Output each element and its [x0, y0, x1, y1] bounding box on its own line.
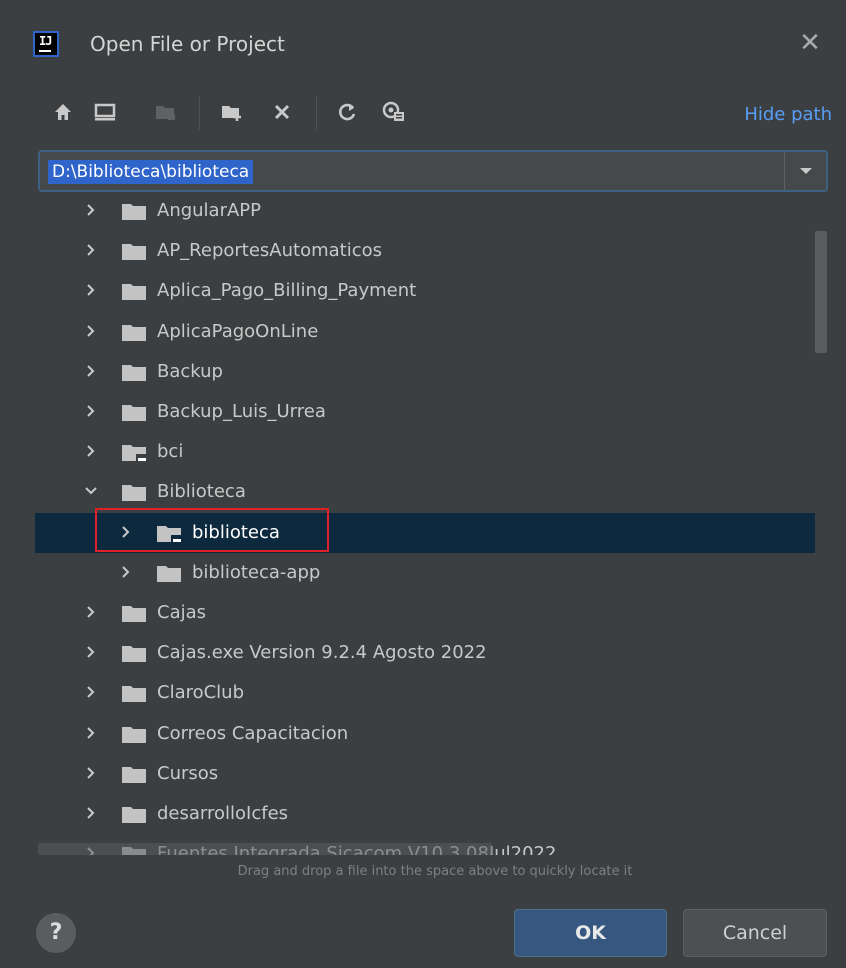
tree-row[interactable]: Cajas: [35, 593, 815, 633]
folder-icon: [122, 244, 146, 261]
chevron-right-icon[interactable]: [83, 242, 99, 258]
tree-row[interactable]: Biblioteca: [35, 472, 815, 512]
chevron-right-icon[interactable]: [83, 805, 99, 821]
tree-item-label: Cajas.exe Version 9.2.4 Agosto 2022: [157, 642, 487, 664]
intellij-logo-icon: IJ: [33, 31, 59, 57]
tree-item-label: Biblioteca: [157, 481, 246, 503]
home-icon[interactable]: [48, 92, 78, 132]
hide-path-link[interactable]: Hide path: [744, 104, 832, 125]
folder-icon: [122, 405, 146, 421]
chevron-right-icon[interactable]: [83, 765, 99, 781]
folder-icon: [157, 565, 181, 582]
tree-item-label: AngularAPP: [157, 200, 262, 221]
folder-icon: [122, 807, 146, 823]
project-folder-icon: [122, 445, 147, 463]
folder-icon: [122, 646, 146, 663]
tree-row[interactable]: AngularAPP: [35, 197, 815, 231]
ok-button[interactable]: OK: [514, 909, 667, 957]
help-button[interactable]: ?: [36, 913, 76, 953]
tree-row[interactable]: ClaroClub: [35, 673, 815, 713]
refresh-icon[interactable]: [332, 92, 362, 132]
logo-text: IJ: [39, 34, 52, 48]
show-hidden-files-icon[interactable]: [379, 92, 409, 132]
tree-item-label: ClaroClub: [157, 682, 245, 704]
tree-row[interactable]: Aplica_Pago_Billing_Payment: [35, 271, 815, 311]
chevron-right-icon[interactable]: [83, 604, 99, 620]
tree-row[interactable]: AplicaPagoOnLine: [35, 312, 815, 352]
folder-icon: [122, 284, 146, 301]
chevron-right-icon[interactable]: [83, 684, 99, 700]
chevron-right-icon[interactable]: [83, 282, 99, 298]
title-bar: IJ Open File or Project ✕: [0, 0, 846, 86]
path-input[interactable]: D:\Biblioteca\biblioteca: [48, 160, 254, 184]
chevron-right-icon[interactable]: [83, 323, 99, 339]
folder-icon: [122, 324, 146, 341]
vertical-scrollbar-thumb[interactable]: [815, 231, 827, 353]
folder-icon: [122, 364, 146, 381]
dialog-title: Open File or Project: [90, 32, 285, 56]
tree-row[interactable]: Cajas.exe Version 9.2.4 Agosto 2022: [35, 633, 815, 673]
folder-icon: [122, 686, 146, 703]
new-folder-icon[interactable]: [217, 92, 247, 132]
chevron-right-icon[interactable]: [83, 403, 99, 419]
highlight-annotation-box: [95, 508, 329, 552]
folder-icon: [122, 766, 146, 783]
tree-item-label: Cursos: [157, 762, 219, 784]
tree-row[interactable]: Backup_Luis_Urrea: [35, 392, 815, 432]
path-combobox[interactable]: D:\Biblioteca\biblioteca: [38, 150, 828, 192]
tree-item-label: Aplica_Pago_Billing_Payment: [157, 280, 417, 302]
chevron-right-icon[interactable]: [83, 202, 99, 218]
delete-icon[interactable]: [267, 92, 297, 132]
cancel-button[interactable]: Cancel: [683, 909, 827, 957]
tree-item-label: AplicaPagoOnLine: [157, 320, 319, 342]
chevron-right-icon[interactable]: [83, 363, 99, 379]
chevron-right-icon[interactable]: [83, 443, 99, 459]
drag-drop-hint: Drag and drop a file into the space abov…: [237, 864, 633, 879]
toolbar: [0, 92, 846, 136]
tree-row[interactable]: desarrolloIcfes: [35, 794, 815, 834]
horizontal-scrollbar-thumb[interactable]: [38, 843, 492, 855]
chevron-right-icon[interactable]: [83, 725, 99, 741]
chevron-right-icon[interactable]: [83, 644, 99, 660]
tree-row[interactable]: biblioteca-app: [35, 553, 815, 593]
chevron-down-icon[interactable]: [784, 152, 826, 190]
chevron-down-icon[interactable]: [83, 483, 99, 499]
tree-row[interactable]: AP_ReportesAutomaticos: [35, 231, 815, 271]
tree-item-label: Cajas: [157, 602, 207, 623]
tree-item-label: Backup_Luis_Urrea: [157, 401, 326, 422]
tree-item-label: Correos Capacitacion: [157, 722, 349, 744]
folder-icon: [122, 606, 146, 622]
tree-row[interactable]: Correos Capacitacion: [35, 714, 815, 754]
tree-item-label: Backup: [157, 360, 223, 382]
tree-row[interactable]: Cursos: [35, 754, 815, 794]
tree-item-label: bci: [157, 441, 184, 463]
chevron-right-icon[interactable]: [118, 564, 134, 580]
folder-icon: [122, 485, 146, 502]
folder-icon: [122, 204, 146, 220]
project-directory-icon[interactable]: [150, 92, 180, 132]
tree-item-label: AP_ReportesAutomaticos: [157, 240, 382, 262]
tree-row[interactable]: Backup: [35, 352, 815, 392]
tree-row[interactable]: bci: [35, 432, 815, 472]
desktop-icon[interactable]: [90, 92, 120, 132]
tree-item-label: desarrolloIcfes: [157, 803, 289, 824]
tree-item-label: biblioteca-app: [192, 561, 321, 583]
close-button[interactable]: ✕: [795, 28, 825, 58]
folder-icon: [122, 726, 146, 743]
